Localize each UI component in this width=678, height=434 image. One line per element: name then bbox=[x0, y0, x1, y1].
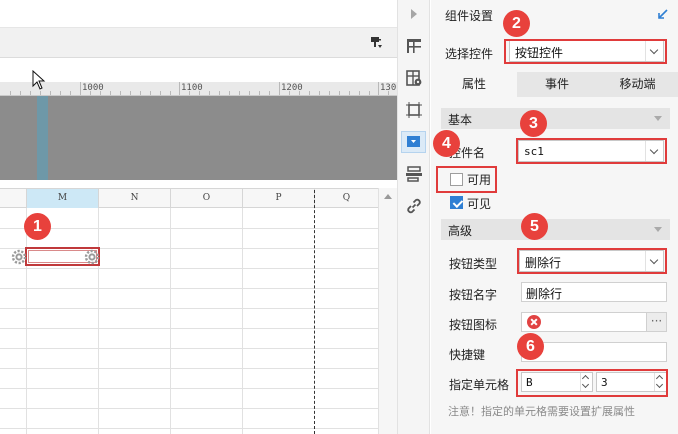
chevron-down-icon[interactable] bbox=[645, 141, 663, 161]
ruler-marker[interactable] bbox=[37, 96, 48, 180]
widget-settings-icon bbox=[407, 136, 420, 147]
enabled-checkbox[interactable] bbox=[450, 173, 463, 186]
column-header: M N O P Q bbox=[0, 188, 397, 208]
visible-label: 可见 bbox=[467, 197, 492, 211]
condition-attribute-icon[interactable] bbox=[405, 165, 423, 183]
column-header-p[interactable]: P bbox=[243, 189, 315, 208]
button-type-value: 删除行 bbox=[525, 256, 562, 270]
gear-icon bbox=[11, 249, 27, 265]
canvas-gap bbox=[0, 58, 397, 82]
target-cell-label: 指定单元格 bbox=[449, 378, 510, 392]
cell-attribute-icon[interactable] bbox=[405, 69, 423, 87]
callout-badge-3: 3 bbox=[520, 110, 547, 137]
choose-icon-button[interactable]: ··· bbox=[646, 312, 667, 332]
widget-settings-panel: 组件设置 选择控件 按钮控件 属性 事件 移动端 基本 控件名 sc1 可用 可… bbox=[431, 0, 678, 434]
callout-badge-1: 1 bbox=[24, 213, 51, 240]
target-cell-note: 注意！指定的单元格需要设置扩展属性 bbox=[448, 405, 635, 418]
panel-icon-strip bbox=[397, 0, 430, 434]
tab-mobile[interactable]: 移动端 bbox=[597, 72, 678, 97]
visible-checkbox[interactable] bbox=[450, 196, 463, 209]
chevron-down-icon[interactable] bbox=[645, 41, 663, 61]
column-header-o[interactable]: O bbox=[171, 189, 243, 208]
button-icon-field[interactable] bbox=[521, 312, 647, 332]
basic-section-header[interactable]: 基本 bbox=[441, 108, 670, 129]
widget-name-value: sc1 bbox=[524, 145, 544, 158]
delete-circle-icon bbox=[527, 315, 541, 329]
target-cell-column-value: B bbox=[526, 376, 533, 389]
hotkey-label: 快捷键 bbox=[449, 348, 486, 362]
callout-badge-4: 4 bbox=[433, 130, 460, 157]
horizontal-ruler: 1000 1100 1200 130 bbox=[0, 82, 397, 96]
target-cell-column-input[interactable]: B bbox=[521, 372, 593, 392]
widget-name-field[interactable]: sc1 bbox=[518, 140, 664, 162]
select-widget-dropdown[interactable]: 按钮控件 bbox=[509, 40, 664, 62]
collapse-panel-icon[interactable] bbox=[657, 8, 669, 20]
enabled-label: 可用 bbox=[467, 173, 492, 187]
callout-badge-6: 6 bbox=[517, 333, 544, 360]
button-type-dropdown[interactable]: 删除行 bbox=[519, 250, 664, 272]
basic-section-title: 基本 bbox=[448, 113, 473, 127]
parameter-pane bbox=[0, 96, 397, 180]
callout-badge-2: 2 bbox=[503, 10, 530, 37]
scroll-up-icon[interactable] bbox=[384, 194, 392, 199]
section-collapse-icon[interactable] bbox=[654, 116, 662, 121]
report-canvas: 1000 1100 1200 130 M N O P Q bbox=[0, 0, 397, 434]
expand-arrow-icon[interactable] bbox=[409, 8, 419, 20]
column-header-blank bbox=[0, 189, 27, 208]
select-widget-label: 选择控件 bbox=[445, 47, 494, 61]
button-name-value: 删除行 bbox=[526, 287, 563, 301]
column-header-n[interactable]: N bbox=[99, 189, 171, 208]
button-name-label: 按钮名字 bbox=[449, 288, 498, 302]
select-widget-value: 按钮控件 bbox=[515, 46, 564, 60]
button-icon-label: 按钮图标 bbox=[449, 318, 498, 332]
gear-icon bbox=[84, 249, 100, 265]
vertical-scrollbar[interactable] bbox=[378, 188, 397, 434]
button-name-input[interactable]: 删除行 bbox=[521, 282, 667, 302]
chevron-down-icon[interactable] bbox=[645, 251, 663, 271]
callout-badge-5: 5 bbox=[521, 213, 548, 240]
mouse-cursor-icon bbox=[32, 70, 46, 90]
column-header-q[interactable]: Q bbox=[315, 189, 378, 208]
hyperlink-icon[interactable] bbox=[405, 197, 423, 215]
stepper-arrows-icon[interactable] bbox=[654, 373, 666, 391]
top-strip bbox=[0, 0, 397, 28]
float-element-icon[interactable] bbox=[405, 101, 423, 119]
tab-properties[interactable]: 属性 bbox=[431, 72, 517, 97]
column-header-m[interactable]: M bbox=[27, 189, 99, 208]
section-collapse-icon[interactable] bbox=[654, 227, 662, 232]
panel-title: 组件设置 bbox=[445, 9, 494, 23]
advanced-section-header[interactable]: 高级 bbox=[441, 219, 670, 240]
cell-element-icon[interactable] bbox=[405, 37, 423, 55]
widget-settings-tab[interactable] bbox=[401, 131, 426, 153]
settings-tabs: 属性 事件 移动端 bbox=[431, 72, 678, 97]
tab-events[interactable]: 事件 bbox=[517, 72, 597, 97]
stepper-arrows-icon[interactable] bbox=[580, 373, 592, 391]
spreadsheet-grid[interactable] bbox=[0, 208, 397, 434]
target-cell-row-value: 3 bbox=[601, 376, 608, 389]
format-painter-icon[interactable] bbox=[370, 36, 383, 49]
button-type-label: 按钮类型 bbox=[449, 257, 498, 271]
canvas-toolbar bbox=[0, 28, 397, 58]
page-break-line bbox=[314, 190, 315, 434]
sheet-gap bbox=[0, 180, 397, 188]
target-cell-row-input[interactable]: 3 bbox=[596, 372, 667, 392]
advanced-section-title: 高级 bbox=[448, 224, 473, 238]
